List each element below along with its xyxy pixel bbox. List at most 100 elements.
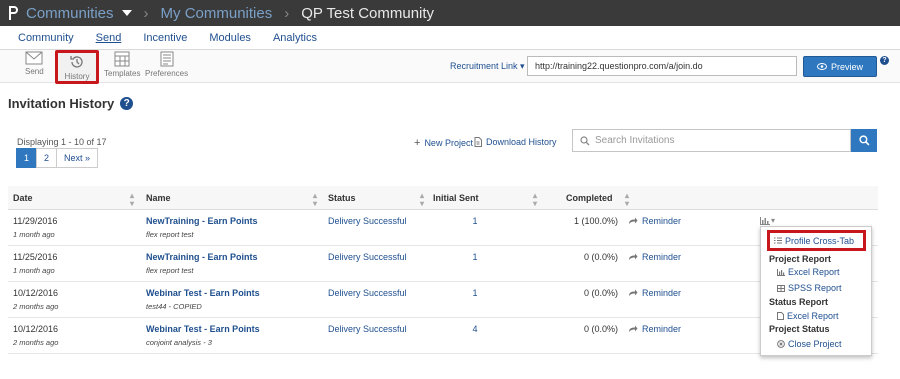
table-row: 11/29/2016 1 month ago NewTraining - Ear… [8, 210, 878, 246]
recruitment-link-field[interactable]: http://training22.questionpro.com/a/join… [527, 56, 797, 76]
row-description: flex report test [146, 230, 194, 239]
tab-incentive[interactable]: Incentive [143, 32, 187, 44]
templates-tool-button[interactable]: Templates [104, 51, 140, 78]
header-date[interactable]: Date [13, 193, 33, 203]
search-placeholder: Search Invitations [595, 135, 675, 146]
help-icon[interactable]: ? [880, 56, 889, 65]
history-tool-label: History [64, 71, 90, 81]
sort-icon[interactable]: ▴ ▾ [313, 192, 317, 208]
my-communities-link[interactable]: My Communities [161, 5, 273, 22]
row-date: 11/25/2016 [13, 252, 58, 262]
preferences-tool-label: Preferences [145, 69, 189, 78]
tab-modules[interactable]: Modules [209, 32, 251, 44]
row-status-link[interactable]: Delivery Successful [328, 216, 407, 226]
row-ago: 2 months ago [13, 302, 59, 311]
header-initial-sent[interactable]: Initial Sent [433, 193, 479, 203]
grid-icon [777, 284, 785, 292]
row-name-link[interactable]: Webinar Test - Earn Points [146, 288, 260, 298]
history-tool-button[interactable]: History [55, 50, 99, 84]
project-excel-report-label: Excel Report [788, 267, 840, 277]
row-ago: 1 month ago [13, 266, 55, 275]
share-arrow-icon [629, 289, 638, 296]
send-tool-button[interactable]: Send [25, 51, 44, 76]
report-dropdown-menu: Profile Cross-Tab Project Report Excel R… [760, 226, 872, 356]
help-circle-icon[interactable]: ? [120, 97, 134, 110]
row-status-link[interactable]: Delivery Successful [328, 288, 407, 298]
sort-icon[interactable]: ▴ ▾ [533, 192, 537, 208]
row-status-link[interactable]: Delivery Successful [328, 324, 407, 334]
reminder-link[interactable]: Reminder [628, 324, 681, 334]
reminder-label: Reminder [642, 288, 682, 298]
tab-community[interactable]: Community [18, 32, 74, 44]
preview-button[interactable]: Preview [803, 56, 877, 77]
share-arrow-icon [629, 217, 638, 224]
preferences-icon [160, 51, 174, 67]
table-row: 10/12/2016 2 months ago Webinar Test - E… [8, 318, 878, 354]
row-date: 10/12/2016 [13, 288, 59, 298]
top-bar: Communities › My Communities › QP Test C… [0, 0, 900, 26]
row-completed: 0 (0.0%) [583, 252, 618, 262]
row-description: conjoint analysis - 3 [146, 338, 212, 347]
profile-crosstab-item[interactable]: Profile Cross-Tab [767, 230, 866, 251]
row-ago: 1 month ago [13, 230, 55, 239]
row-completed: 0 (0.0%) [583, 288, 618, 298]
status-excel-report-item[interactable]: Excel Report [777, 311, 839, 321]
search-input[interactable]: Search Invitations [572, 129, 851, 152]
download-history-link[interactable]: Download History [474, 137, 557, 147]
download-history-label: Download History [486, 137, 557, 147]
row-sent-link[interactable]: 4 [468, 324, 482, 334]
header-status[interactable]: Status [328, 193, 356, 203]
project-excel-report-item[interactable]: Excel Report [777, 267, 840, 277]
header-completed[interactable]: Completed [566, 193, 613, 203]
preferences-tool-button[interactable]: Preferences [145, 51, 188, 78]
reminder-link[interactable]: Reminder [628, 288, 681, 298]
sort-icon[interactable]: ▴ ▾ [130, 192, 134, 208]
page-1-button[interactable]: 1 [16, 148, 38, 168]
sort-icon[interactable]: ▴ ▾ [625, 192, 629, 208]
page-2-button[interactable]: 2 [36, 148, 58, 168]
table-row: 10/12/2016 2 months ago Webinar Test - E… [8, 282, 878, 318]
list-icon [774, 237, 782, 244]
reminder-link[interactable]: Reminder [628, 216, 681, 226]
close-circle-icon [777, 340, 785, 348]
reminder-label: Reminder [642, 216, 682, 226]
tab-send[interactable]: Send [96, 32, 122, 44]
reminder-label: Reminder [642, 324, 682, 334]
report-menu-toggle[interactable]: ▾ [760, 216, 775, 225]
row-name-link[interactable]: Webinar Test - Earn Points [146, 324, 260, 334]
row-date: 11/29/2016 [13, 216, 58, 226]
tab-analytics[interactable]: Analytics [273, 32, 317, 44]
page-title-text: Invitation History [8, 96, 115, 111]
chevron-down-icon [121, 10, 132, 16]
plus-icon: + [414, 137, 421, 149]
close-project-label: Close Project [788, 339, 842, 349]
templates-grid-icon [114, 51, 130, 67]
profile-crosstab-label: Profile Cross-Tab [785, 235, 855, 246]
row-completed: 0 (0.0%) [583, 324, 618, 334]
new-project-link[interactable]: + New Project [414, 137, 473, 149]
row-status-link[interactable]: Delivery Successful [328, 252, 407, 262]
row-completed: 1 (100.0%) [573, 216, 618, 226]
status-excel-report-label: Excel Report [787, 311, 839, 321]
reminder-link[interactable]: Reminder [628, 252, 681, 262]
row-name-link[interactable]: NewTraining - Earn Points [146, 216, 258, 226]
sort-icon[interactable]: ▴ ▾ [420, 192, 424, 208]
communities-menu[interactable]: Communities [26, 5, 132, 22]
communities-label: Communities [26, 4, 114, 22]
project-report-heading: Project Report [769, 254, 832, 264]
row-name-link[interactable]: NewTraining - Earn Points [146, 252, 258, 262]
search-icon [580, 135, 590, 145]
preview-label: Preview [830, 61, 863, 72]
header-name[interactable]: Name [146, 193, 171, 203]
row-sent-link[interactable]: 1 [468, 288, 482, 298]
close-project-item[interactable]: Close Project [777, 339, 842, 349]
row-sent-link[interactable]: 1 [468, 252, 482, 262]
row-sent-link[interactable]: 1 [468, 216, 482, 226]
spss-report-item[interactable]: SPSS Report [777, 283, 842, 293]
document-icon [474, 137, 482, 147]
search-button[interactable] [851, 129, 877, 152]
row-date: 10/12/2016 [13, 324, 59, 334]
next-page-button[interactable]: Next » [56, 148, 99, 168]
questionpro-logo[interactable] [0, 0, 26, 26]
recruitment-link-dropdown[interactable]: Recruitment Link ▾ [450, 61, 525, 72]
